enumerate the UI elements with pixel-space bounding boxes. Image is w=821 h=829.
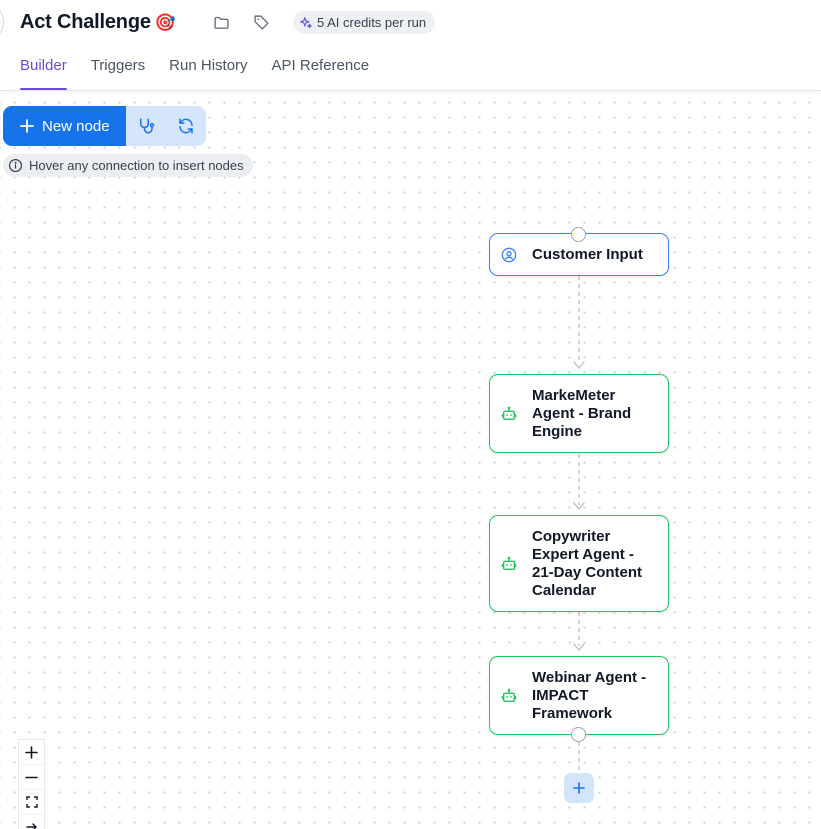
robot-icon	[501, 688, 517, 704]
fit-view-button[interactable]	[19, 790, 44, 815]
plus-icon	[573, 782, 585, 794]
folder-icon[interactable]	[211, 12, 231, 32]
credits-badge: 5 AI credits per run	[293, 11, 436, 34]
fit-view-icon	[25, 796, 38, 808]
page-title[interactable]: Act Challenge	[20, 11, 151, 34]
node-label: Customer Input	[532, 245, 643, 263]
stethoscope-icon[interactable]	[136, 116, 156, 136]
zoom-controls	[18, 739, 45, 829]
title-row: Act Challenge 🎯	[20, 8, 176, 36]
tab-run-history[interactable]: Run History	[169, 57, 247, 91]
node-output-handle[interactable]	[571, 727, 586, 742]
new-node-label: New node	[42, 117, 110, 135]
info-icon	[8, 158, 23, 173]
zoom-in-button[interactable]	[19, 740, 44, 765]
user-circle-icon	[501, 247, 517, 263]
node-copywriter-agent[interactable]: Copywriter Expert Agent - 21-Day Content…	[489, 515, 669, 612]
target-emoji-icon: 🎯	[154, 12, 176, 32]
lock-view-button[interactable]	[19, 815, 44, 829]
node-label: Webinar Agent - IMPACT Framework	[532, 668, 647, 722]
header: Act Challenge 🎯 5 AI credits per run Bui…	[0, 0, 821, 91]
tab-triggers[interactable]: Triggers	[91, 57, 145, 91]
sparkles-icon	[299, 16, 313, 30]
node-webinar-agent[interactable]: Webinar Agent - IMPACT Framework	[489, 656, 669, 735]
insert-hint-text: Hover any connection to insert nodes	[29, 158, 244, 173]
arrow-right-icon	[25, 821, 38, 829]
robot-icon	[501, 556, 517, 572]
canvas-toolbar: New node	[3, 106, 206, 146]
tab-api-reference[interactable]: API Reference	[272, 57, 370, 91]
tag-icon[interactable]	[251, 12, 271, 32]
tab-bar: Builder Triggers Run History API Referen…	[20, 57, 393, 91]
sidebar-toggle-edge[interactable]	[0, 8, 4, 36]
add-node-button[interactable]	[564, 773, 594, 803]
node-input-handle[interactable]	[571, 227, 586, 242]
plus-icon	[25, 745, 38, 759]
zoom-out-button[interactable]	[19, 765, 44, 790]
node-label: Copywriter Expert Agent - 21-Day Content…	[532, 527, 643, 599]
plus-icon	[20, 119, 34, 133]
new-node-button[interactable]: New node	[3, 106, 126, 146]
node-label: MarkeMeter Agent - Brand Engine	[532, 386, 632, 440]
refresh-icon[interactable]	[176, 116, 196, 136]
tab-builder[interactable]: Builder	[20, 57, 67, 91]
minus-icon	[25, 771, 38, 784]
robot-icon	[501, 406, 517, 422]
node-markemeter-agent[interactable]: MarkeMeter Agent - Brand Engine	[489, 374, 669, 453]
credits-label: 5 AI credits per run	[317, 15, 427, 30]
workflow-canvas[interactable]	[0, 91, 821, 829]
insert-hint: Hover any connection to insert nodes	[3, 154, 253, 177]
